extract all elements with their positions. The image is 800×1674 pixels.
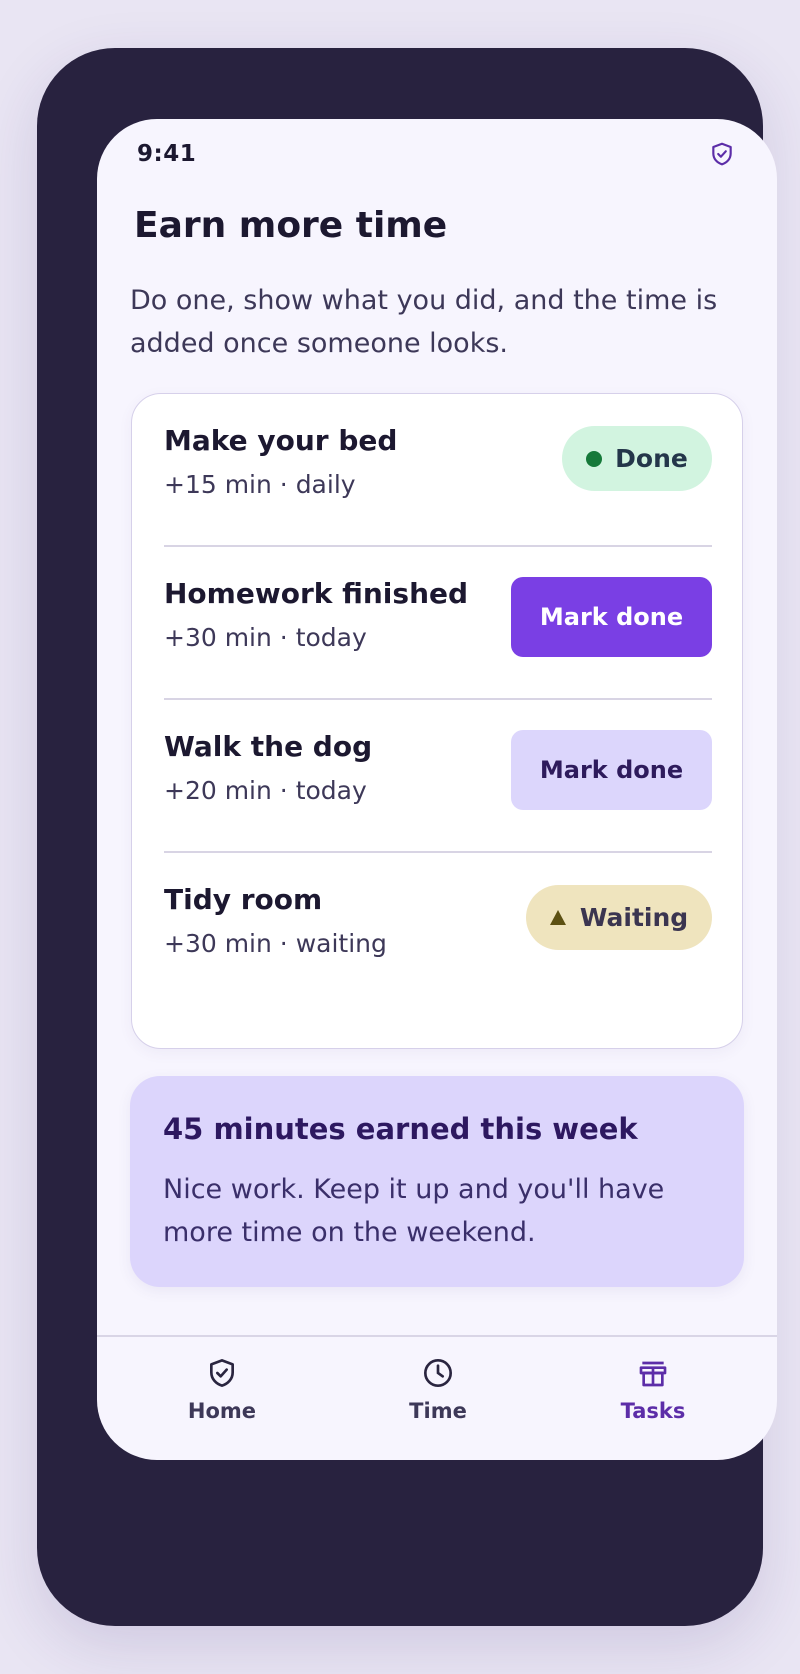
- task-name: Tidy room: [164, 883, 323, 916]
- page-title: Earn more time: [134, 205, 448, 246]
- summary-text: Nice work. Keep it up and you'll have mo…: [163, 1174, 665, 1248]
- nav-label-time: Time: [409, 1399, 467, 1423]
- nav-label-tasks: Tasks: [620, 1399, 686, 1423]
- app-screen: 9:41 Earn more time Do one, show what yo…: [97, 119, 777, 1460]
- waiting-badge-label: Waiting: [579, 903, 689, 932]
- task-meta: +20 min · today: [164, 776, 367, 805]
- task-row: Walk the dog +20 min · today Mark done: [164, 700, 712, 853]
- shield-check-icon: [210, 1359, 234, 1387]
- warning-triangle-icon: [549, 910, 566, 925]
- task-name: Walk the dog: [164, 730, 373, 763]
- task-row: Make your bed +15 min · daily Done: [164, 394, 712, 547]
- task-row: Homework finished +30 min · today Mark d…: [164, 547, 712, 700]
- done-badge: Done: [562, 426, 712, 491]
- phone-frame: 9:41 Earn more time Do one, show what yo…: [37, 48, 777, 1626]
- done-badge-label: Done: [615, 444, 688, 473]
- done-dot-icon: [586, 450, 603, 467]
- shield-check-icon: [712, 142, 732, 166]
- gift-icon: [639, 1361, 667, 1387]
- bottom-nav: Home Time Tasks: [97, 1335, 777, 1460]
- waiting-badge: Waiting: [526, 885, 712, 950]
- task-meta: +30 min · waiting: [164, 929, 387, 958]
- tasks-card: Make your bed +15 min · daily Done Homew…: [131, 393, 743, 1049]
- status-time: 9:41: [137, 141, 197, 167]
- task-name: Make your bed: [164, 424, 398, 457]
- page-subtitle: Do one, show what you did, and the time …: [130, 285, 718, 359]
- mark-done-button[interactable]: Mark done: [511, 730, 712, 810]
- task-row: Tidy room +30 min · waiting Waiting: [164, 853, 712, 1006]
- nav-label-home: Home: [187, 1399, 257, 1423]
- mark-done-button[interactable]: Mark done: [511, 577, 712, 657]
- nav-item-home[interactable]: Home: [142, 1357, 302, 1437]
- nav-item-tasks[interactable]: Tasks: [573, 1357, 733, 1437]
- summary-title: 45 minutes earned this week: [163, 1112, 638, 1146]
- task-name: Homework finished: [164, 577, 469, 610]
- task-meta: +30 min · today: [164, 623, 367, 652]
- weekly-summary-card: 45 minutes earned this week Nice work. K…: [130, 1076, 744, 1287]
- nav-item-time[interactable]: Time: [358, 1357, 518, 1437]
- clock-icon: [424, 1359, 452, 1387]
- task-meta: +15 min · daily: [164, 470, 356, 499]
